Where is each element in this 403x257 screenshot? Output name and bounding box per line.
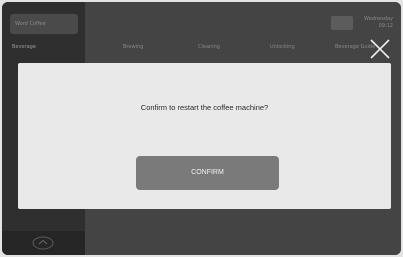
status-line-1: Wednesday (364, 16, 393, 22)
tab-cleaning[interactable]: Cleaning (198, 44, 220, 50)
status-icon[interactable] (331, 16, 353, 30)
tab-bar: Brewing Cleaning Unlocking Beverage Guid… (85, 40, 401, 56)
confirm-button[interactable]: CONFIRM (136, 156, 279, 190)
dialog-message: Confirm to restart the coffee machine? (140, 103, 269, 112)
tab-unlocking[interactable]: Unlocking (270, 44, 295, 50)
confirm-dialog: Confirm to restart the coffee machine? C… (18, 63, 391, 209)
sidebar-header[interactable]: Word Coffee (10, 14, 78, 34)
sidebar-footer (2, 231, 85, 255)
screen: Word Coffee Beverage Wednesday 09:12 Bre… (0, 0, 403, 257)
close-icon[interactable] (369, 38, 391, 60)
status-line-2: 09:12 (378, 23, 393, 29)
sidebar-item-beverage[interactable]: Beverage (12, 44, 36, 50)
home-icon[interactable] (32, 236, 54, 250)
status-readout: Wednesday 09:12 (364, 16, 393, 30)
device-frame: Word Coffee Beverage Wednesday 09:12 Bre… (2, 2, 401, 255)
tab-brewing[interactable]: Brewing (123, 44, 143, 50)
